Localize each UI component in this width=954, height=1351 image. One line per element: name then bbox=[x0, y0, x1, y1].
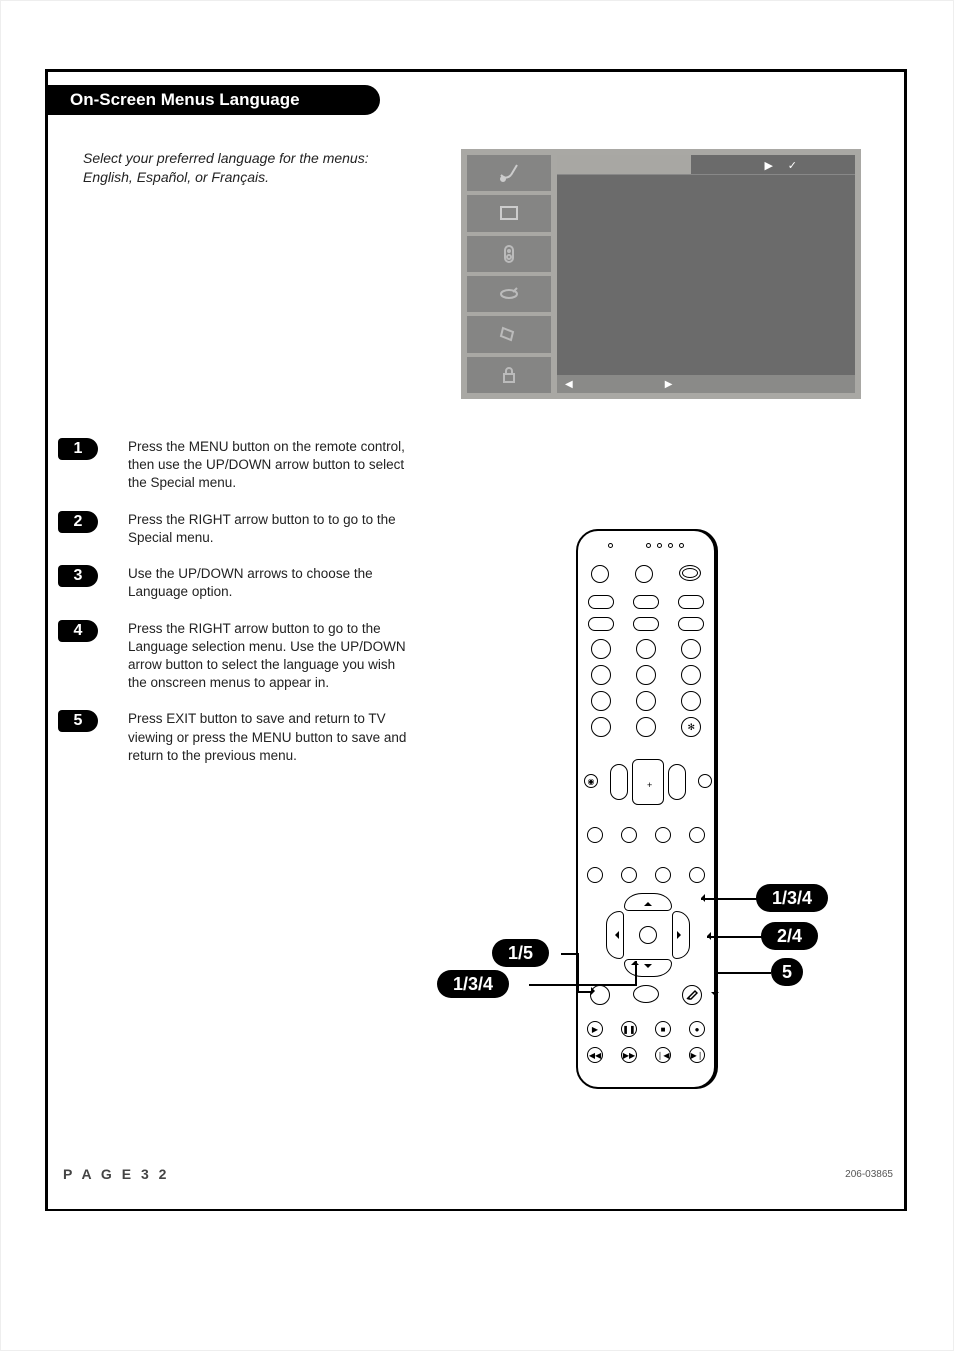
forward-icon: ▶▶ bbox=[621, 1047, 637, 1063]
callout-line bbox=[529, 984, 637, 986]
remote-row-transport: ▶ ❚❚ ■ ● bbox=[578, 1021, 714, 1037]
remote-button bbox=[633, 985, 659, 1003]
callout-exit: 5 bbox=[771, 958, 803, 986]
remote-exit-button bbox=[682, 985, 702, 1005]
osd-nav-right-icon: ▶ bbox=[665, 379, 673, 390]
osd-nav-left-icon: ◀ bbox=[565, 379, 573, 390]
remote-row-oval bbox=[578, 595, 714, 609]
osd-tab-speaker-icon bbox=[467, 236, 551, 272]
step-item: 5 Press EXIT button to save and return t… bbox=[58, 710, 408, 765]
remote-ir-dots bbox=[578, 543, 714, 548]
remote-power-button bbox=[679, 565, 701, 581]
osd-content-panel: ▶ ✓ ◀ ▶ bbox=[557, 155, 855, 393]
callout-line bbox=[715, 972, 771, 974]
play-icon: ▶ bbox=[587, 1021, 603, 1037]
step-text-1: Press the MENU button on the remote cont… bbox=[128, 438, 408, 493]
record-icon: ● bbox=[689, 1021, 705, 1037]
osd-menu-mockup: ▶ ✓ ◀ ▶ bbox=[461, 149, 861, 399]
remote-button bbox=[635, 565, 653, 583]
arrow-icon bbox=[711, 992, 719, 1000]
arrow-icon bbox=[591, 987, 599, 995]
remote-row-oval bbox=[578, 617, 714, 631]
step-text-3: Use the UP/DOWN arrows to choose the Lan… bbox=[128, 565, 408, 601]
osd-topbar: ▶ ✓ bbox=[557, 155, 855, 175]
callout-down: 1/3/4 bbox=[437, 970, 509, 998]
intro-text: Select your preferred language for the m… bbox=[83, 149, 403, 187]
osd-tab-lock-icon bbox=[467, 357, 551, 393]
step-item: 4 Press the RIGHT arrow button to go to … bbox=[58, 620, 408, 693]
remote-dpad bbox=[606, 893, 690, 977]
steps-list: 1 Press the MENU button on the remote co… bbox=[58, 438, 408, 783]
step-text-4: Press the RIGHT arrow button to go to th… bbox=[128, 620, 408, 693]
remote-ch-rocker bbox=[668, 764, 686, 800]
rewind-icon: ◀◀ bbox=[587, 1047, 603, 1063]
step-item: 1 Press the MENU button on the remote co… bbox=[58, 438, 408, 493]
step-number-5: 5 bbox=[58, 710, 98, 732]
callout-right: 2/4 bbox=[761, 922, 818, 950]
remote-ch-rocker: + bbox=[632, 759, 664, 805]
remote-row-keypad bbox=[578, 665, 714, 685]
arrow-icon bbox=[697, 894, 705, 902]
callout-line bbox=[707, 936, 762, 938]
step-text-2: Press the RIGHT arrow button to to go to… bbox=[128, 511, 408, 547]
remote-row-power bbox=[578, 565, 714, 583]
step-item: 3 Use the UP/DOWN arrows to choose the L… bbox=[58, 565, 408, 601]
remote-row-small bbox=[578, 867, 714, 883]
arrow-icon bbox=[631, 957, 639, 965]
callout-up: 1/3/4 bbox=[756, 884, 828, 912]
section-title: On-Screen Menus Language bbox=[45, 85, 380, 115]
step-number-3: 3 bbox=[58, 565, 98, 587]
osd-tab-screen-icon bbox=[467, 195, 551, 231]
step-text-5: Press EXIT button to save and return to … bbox=[128, 710, 408, 765]
remote-row-transport: ◀◀ ▶▶ ❘◀ ▶❘ bbox=[578, 1047, 714, 1063]
remote-diagram: ✻ ◉ + bbox=[576, 529, 716, 1089]
remote-rocker: ◉ + bbox=[610, 759, 686, 805]
osd-tab-tag-icon bbox=[467, 316, 551, 352]
callout-line bbox=[715, 972, 717, 994]
osd-check-icon: ✓ bbox=[788, 159, 797, 172]
osd-tab-brush-icon bbox=[467, 276, 551, 312]
osd-tab-column bbox=[467, 155, 551, 393]
next-icon: ▶❘ bbox=[689, 1047, 705, 1063]
step-number-1: 1 bbox=[58, 438, 98, 460]
arrow-icon bbox=[703, 932, 711, 940]
osd-bottombar: ◀ ▶ bbox=[557, 375, 855, 393]
remote-row-keypad bbox=[578, 639, 714, 659]
remote-row-keypad bbox=[578, 691, 714, 711]
remote-row-small bbox=[578, 827, 714, 843]
remote-button bbox=[591, 565, 609, 583]
prev-icon: ❘◀ bbox=[655, 1047, 671, 1063]
callout-line bbox=[701, 898, 757, 900]
remote-vol-rocker bbox=[610, 764, 628, 800]
osd-arrow-right-icon: ▶ bbox=[765, 159, 773, 172]
remote-body: ✻ ◉ + bbox=[576, 529, 716, 1089]
step-number-2: 2 bbox=[58, 511, 98, 533]
page-number: P A G E 3 2 bbox=[63, 1166, 169, 1182]
stop-icon: ■ bbox=[655, 1021, 671, 1037]
remote-mute-button: ◉ bbox=[584, 774, 598, 788]
step-number-4: 4 bbox=[58, 620, 98, 642]
pause-icon: ❚❚ bbox=[621, 1021, 637, 1037]
osd-tab-satellite-icon bbox=[467, 155, 551, 191]
document-number: 206-03865 bbox=[845, 1169, 893, 1180]
manual-page: On-Screen Menus Language Select your pre… bbox=[0, 0, 954, 1351]
remote-flashback-button: ✻ bbox=[681, 717, 701, 737]
callout-menu: 1/5 bbox=[492, 939, 549, 967]
remote-row-keypad: ✻ bbox=[578, 717, 714, 737]
step-item: 2 Press the RIGHT arrow button to to go … bbox=[58, 511, 408, 547]
dpad-center-button bbox=[639, 926, 657, 944]
remote-button bbox=[698, 774, 712, 788]
